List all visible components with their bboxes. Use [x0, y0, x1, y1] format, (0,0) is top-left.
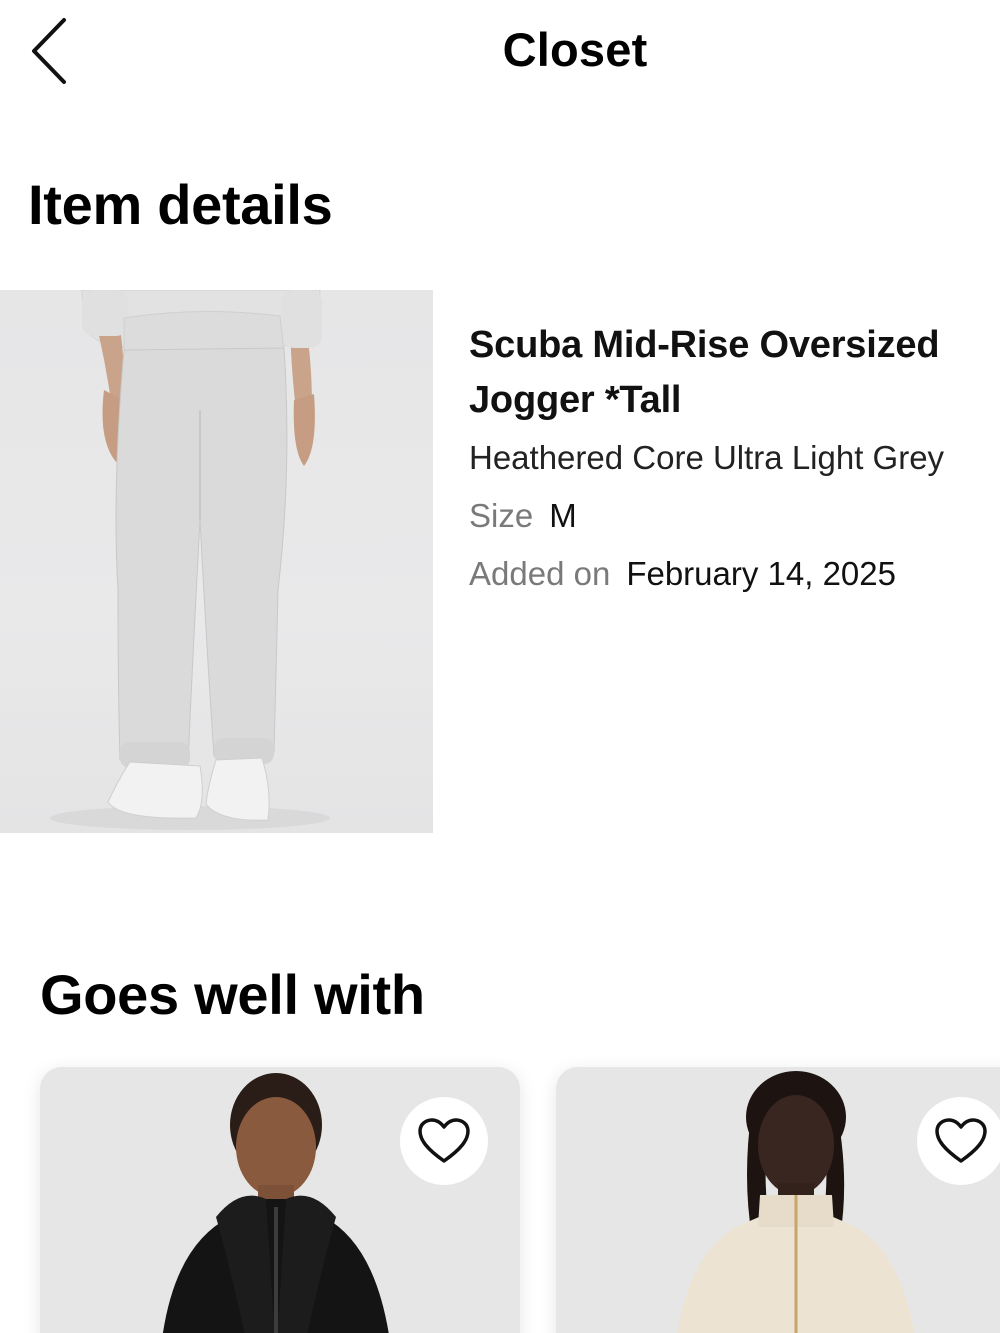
size-label: Size	[469, 497, 534, 534]
product-name: Scuba Mid-Rise Oversized Jogger *Tall	[469, 324, 940, 421]
jogger-illustration	[50, 290, 330, 830]
page-title: Closet	[502, 23, 648, 76]
added-on-row: Added on February 14, 2025	[469, 552, 989, 596]
size-value: M	[549, 497, 577, 534]
added-on-label: Added on	[469, 555, 611, 592]
heart-outline-icon	[935, 1118, 987, 1163]
item-details-heading: Item details	[28, 173, 333, 236]
goes-well-with-heading: Goes well with	[40, 963, 425, 1026]
recommendation-card[interactable]	[556, 1067, 1000, 1333]
product-info: Scuba Mid-Rise Oversized Jogger *Tall He…	[469, 318, 989, 596]
closet-item-screen: Closet Item details Scuba Mid-Rise Overs…	[0, 0, 1000, 1333]
recommendation-card[interactable]	[40, 1067, 520, 1333]
product-color: Heathered Core Ultra Light Grey	[469, 439, 945, 476]
added-on-value: February 14, 2025	[626, 555, 896, 592]
product-image	[0, 290, 433, 833]
favorite-button[interactable]	[400, 1097, 488, 1185]
heart-outline-icon	[418, 1118, 470, 1163]
favorite-button[interactable]	[917, 1097, 1000, 1185]
size-row: Size M	[469, 494, 989, 538]
header: Closet	[0, 0, 1000, 105]
